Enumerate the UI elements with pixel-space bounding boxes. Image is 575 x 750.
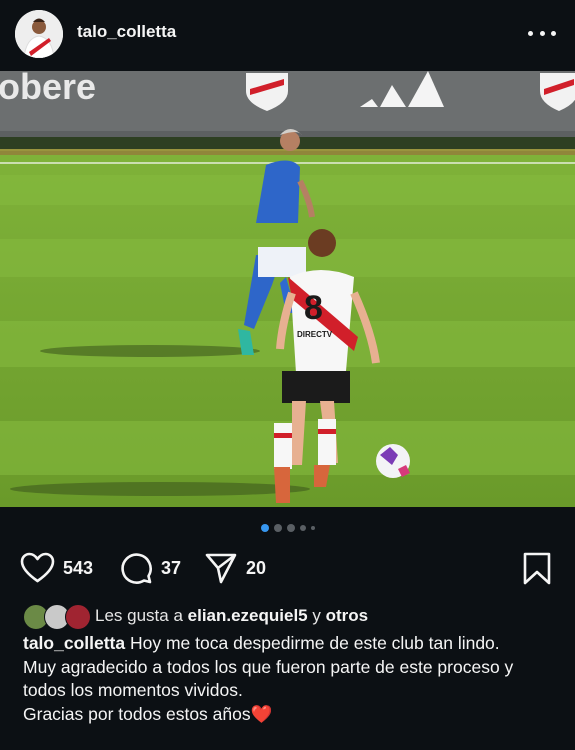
likes-prefix: Les gusta a: [95, 606, 183, 625]
carousel-dot: [286, 524, 295, 532]
share-button[interactable]: 20: [204, 548, 266, 588]
post-username[interactable]: talo_colletta: [77, 22, 176, 42]
liked-by-avatars[interactable]: [23, 603, 91, 630]
soccer-ball-icon: [376, 444, 410, 478]
caption-username[interactable]: talo_colletta: [23, 633, 125, 653]
share-icon: [205, 553, 237, 584]
liked-by: Les gusta a elian.ezequiel5 y otros: [23, 603, 369, 630]
comment-icon: [121, 553, 152, 584]
liked-by-others[interactable]: otros: [326, 606, 369, 626]
action-bar: 543 37 20: [0, 548, 575, 588]
caption-line-1: Hoy me toca despedirme de este club tan …: [130, 633, 500, 653]
likes-conjunction: y: [312, 606, 321, 625]
comments-count[interactable]: 37: [161, 558, 181, 579]
more-options-icon[interactable]: [528, 22, 556, 44]
carousel-dot-active: [260, 524, 269, 532]
save-button[interactable]: [522, 552, 552, 591]
avatar[interactable]: [15, 10, 63, 58]
football-match-image: obere 8 DIRECTV: [0, 71, 575, 507]
caption-line-3: Gracias por todos estos años: [23, 703, 251, 724]
likes-count[interactable]: 543: [63, 558, 93, 579]
carousel-dot: [310, 526, 315, 530]
heart-icon: [20, 552, 55, 583]
heart-emoji-icon: ❤️: [250, 703, 273, 724]
post-photo[interactable]: obere 8 DIRECTV: [0, 71, 575, 507]
bookmark-icon: [523, 552, 551, 585]
caption-line-2: Muy agradecido a todos los que fueron pa…: [23, 656, 514, 701]
jersey-number: 8: [304, 289, 323, 327]
carousel-dot: [273, 524, 282, 532]
liked-by-user[interactable]: elian.ezequiel5: [188, 606, 308, 626]
banner-text: obere: [0, 71, 96, 107]
post-caption: talo_colletta Hoy me toca despedirme de …: [23, 632, 553, 726]
post-header: talo_colletta: [0, 0, 575, 68]
carousel-indicator[interactable]: [0, 522, 575, 534]
shares-count[interactable]: 20: [246, 558, 266, 579]
avatar: [65, 604, 91, 630]
comment-button[interactable]: 37: [119, 548, 181, 588]
avatar-image: [15, 10, 63, 58]
sponsor-text: DIRECTV: [297, 330, 333, 339]
like-button[interactable]: 543: [20, 548, 93, 588]
carousel-dot: [299, 525, 306, 531]
